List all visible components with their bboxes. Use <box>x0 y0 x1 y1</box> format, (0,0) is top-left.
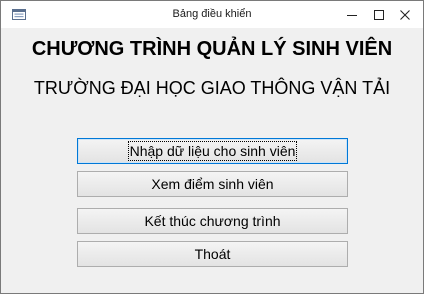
minimize-button[interactable] <box>340 1 364 28</box>
minimize-icon <box>347 14 357 16</box>
program-title: CHƯƠNG TRÌNH QUẢN LÝ SINH VIÊN <box>31 38 393 60</box>
university-name: TRƯỜNG ĐẠI HỌC GIAO THÔNG VẬN TẢI <box>33 78 391 98</box>
dashboard-window: Bảng điều khiển CHƯƠNG TRÌNH QUẢN LÝ SIN… <box>0 0 424 294</box>
exit-button[interactable]: Thoát <box>77 241 348 267</box>
end-program-label: Kết thúc chương trình <box>144 213 281 229</box>
enter-student-data-button[interactable]: Nhập dữ liệu cho sinh viên <box>77 138 348 164</box>
view-student-grades-label: Xem điểm sinh viên <box>151 176 274 192</box>
close-icon <box>400 9 410 20</box>
end-program-button[interactable]: Kết thúc chương trình <box>77 208 348 234</box>
view-student-grades-button[interactable]: Xem điểm sinh viên <box>77 171 348 197</box>
exit-label: Thoát <box>194 246 231 262</box>
title-bar[interactable]: Bảng điều khiển <box>1 1 423 28</box>
maximize-icon <box>374 9 384 20</box>
close-button[interactable] <box>393 1 417 28</box>
maximize-button[interactable] <box>367 1 391 28</box>
enter-student-data-label: Nhập dữ liệu cho sinh viên <box>127 141 298 161</box>
